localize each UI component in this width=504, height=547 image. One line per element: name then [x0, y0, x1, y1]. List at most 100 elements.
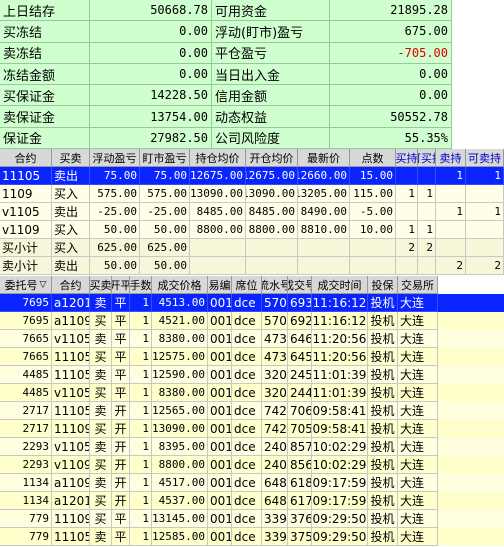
trades-cell: dce — [232, 528, 262, 546]
trades-row[interactable]: 7665v1105卖平18380.000019dce473464611:20:5… — [0, 330, 504, 348]
trades-row[interactable]: 4485v1105买平18380.000019dce320224411:01:3… — [0, 384, 504, 402]
positions-cell: 115.00 — [350, 185, 396, 203]
summary-label: 当日出入金 — [212, 63, 330, 86]
trades-col-header[interactable]: 成交号 — [288, 276, 312, 294]
positions-cell: 1 — [466, 203, 504, 221]
positions-cell — [190, 257, 246, 275]
positions-col-header[interactable]: 可买持 — [418, 149, 436, 167]
positions-col-header[interactable]: 合约 — [0, 149, 52, 167]
positions-col-header[interactable]: 最新价 — [298, 149, 350, 167]
summary-value: 27982.50 — [90, 127, 212, 150]
trades-cell: dce — [232, 492, 262, 510]
trades-cell: 开 — [112, 474, 130, 492]
trades-col-header[interactable]: 成交价格 — [152, 276, 208, 294]
positions-col-header[interactable]: 浮动盈亏 — [90, 149, 140, 167]
trades-cell: 645 — [288, 348, 312, 366]
positions-cell: v1109 — [0, 221, 52, 239]
trades-cell: 4485 — [0, 366, 52, 384]
positions-col-header[interactable]: 买持 — [396, 149, 418, 167]
trades-cell: 大连 — [398, 456, 438, 474]
trades-col-header[interactable]: 开平 — [112, 276, 130, 294]
trades-row[interactable]: 271711105卖开112565.000019dce742570609:58:… — [0, 402, 504, 420]
trades-row[interactable]: 766511105买平112575.000019dce473464511:20:… — [0, 348, 504, 366]
trades-col-header[interactable]: 交易编码 — [208, 276, 232, 294]
trades-col-header[interactable]: 流水号 — [262, 276, 288, 294]
trades-cell: 7425 — [262, 402, 288, 420]
summary-label: 动态权益 — [212, 106, 330, 128]
positions-table[interactable]: 合约买卖浮动盈亏盯市盈亏持仓均价开仓均价最新价点数买持可买持卖持可卖持11105… — [0, 149, 504, 275]
trades-row[interactable]: 7695a1109买平14521.000019dce570369211:16:1… — [0, 312, 504, 330]
positions-cell — [436, 239, 466, 257]
summary-label: 上日结存 — [0, 0, 90, 22]
trades-cell: 856 — [288, 456, 312, 474]
positions-cell: 卖出 — [52, 203, 90, 221]
positions-col-header[interactable]: 开仓均价 — [246, 149, 298, 167]
positions-col-header[interactable]: 卖持 — [436, 149, 466, 167]
positions-cell — [246, 257, 298, 275]
trades-col-header[interactable]: 买卖 — [90, 276, 112, 294]
trades-row[interactable]: 7695a1201卖平14513.000019dce570369311:16:1… — [0, 294, 504, 312]
positions-row[interactable]: v1105 卖出 -25.00 -25.00 8485.00 8485.00 8490.00… — [0, 203, 504, 221]
trades-cell: 617 — [288, 492, 312, 510]
summary-label: 保证金 — [0, 127, 90, 150]
trades-col-header-label: 流水号 — [262, 278, 287, 292]
positions-col-header[interactable]: 持仓均价 — [190, 149, 246, 167]
trades-cell: 1 — [130, 312, 152, 330]
trades-cell: 0019 — [208, 402, 232, 420]
trades-table[interactable]: 委托号▽合约买卖开平手数成交价格交易编码席位流水号成交号成交时间投保交易所769… — [0, 276, 504, 547]
trades-row[interactable]: 1134a1201买开14537.000019dce648361709:17:5… — [0, 492, 504, 510]
trades-row[interactable]: 2293v1105卖开18395.000019dce240385710:02:2… — [0, 438, 504, 456]
summary-label: 买保证金 — [0, 85, 90, 107]
trades-cell: 7665 — [0, 348, 52, 366]
positions-cell: 1 — [396, 185, 418, 203]
positions-cell — [418, 167, 436, 185]
positions-cell: 625.00 — [140, 239, 190, 257]
trades-col-header[interactable]: 投保 — [368, 276, 398, 294]
trades-cell: 11:20:56 — [312, 348, 368, 366]
trades-cell: 大连 — [398, 294, 438, 312]
trades-cell: 0019 — [208, 474, 232, 492]
summary-label: 买冻结 — [0, 21, 90, 43]
trades-row[interactable]: 271711109买开113090.000019dce742570509:58:… — [0, 420, 504, 438]
trades-row[interactable]: 2293v1109买开18800.000019dce240385610:02:2… — [0, 456, 504, 474]
trades-col-header[interactable]: 交易所 — [398, 276, 438, 294]
trades-cell: 13145.00 — [152, 510, 208, 528]
positions-row[interactable]: 1109 买入 575.00 575.00 13090.00 13090.00 13205.… — [0, 185, 504, 203]
positions-col-header[interactable]: 点数 — [350, 149, 396, 167]
trades-cell: 大连 — [398, 348, 438, 366]
trades-row[interactable]: 1134a1109卖开14517.000019dce648361809:17:5… — [0, 474, 504, 492]
trades-col-header[interactable]: 合约 — [52, 276, 90, 294]
trades-col-header[interactable]: 席位 — [232, 276, 262, 294]
sort-descending-icon: ▽ — [39, 279, 47, 290]
trades-cell: 平 — [112, 366, 130, 384]
trades-cell: 大连 — [398, 492, 438, 510]
summary-label: 冻结金额 — [0, 63, 90, 86]
trades-cell: 投机 — [368, 348, 398, 366]
trades-col-header[interactable]: 委托号 ▽ — [0, 276, 52, 294]
trades-cell: 大连 — [398, 330, 438, 348]
positions-cell — [436, 185, 466, 203]
trades-row[interactable]: 77911109买平113145.000019dce339637609:29:5… — [0, 510, 504, 528]
positions-subtotal-row[interactable]: 卖小计 卖出 50.00 50.00 2 2 — [0, 257, 504, 275]
positions-col-header[interactable]: 买卖 — [52, 149, 90, 167]
positions-row[interactable]: 11105 卖出 75.00 75.00 12675.00 12675.00 12660.0… — [0, 167, 504, 185]
positions-col-header[interactable]: 盯市盈亏 — [140, 149, 190, 167]
summary-value: 50668.78 — [90, 0, 212, 22]
trades-cell: 1 — [130, 528, 152, 546]
trades-cell: 12565.00 — [152, 402, 208, 420]
summary-value: 0.00 — [90, 21, 212, 43]
trades-col-header-label: 开平 — [112, 277, 129, 293]
trades-col-header[interactable]: 成交时间 — [312, 276, 368, 294]
positions-row[interactable]: v1109 买入 50.00 50.00 8800.00 8800.00 8810.00 10… — [0, 221, 504, 239]
positions-cell: 8490.00 — [298, 203, 350, 221]
trades-row[interactable]: 77911105卖平112585.000019dce339637509:29:5… — [0, 528, 504, 546]
trades-cell: 投机 — [368, 330, 398, 348]
trades-col-header[interactable]: 手数 — [130, 276, 152, 294]
positions-col-header[interactable]: 可卖持 — [466, 149, 504, 167]
summary-label: 可用资金 — [212, 0, 330, 22]
positions-subtotal-row[interactable]: 买小计 买入 625.00 625.00 2 2 — [0, 239, 504, 257]
trades-cell: 09:17:59 — [312, 474, 368, 492]
trades-row[interactable]: 448511105卖平112590.000019dce320224511:01:… — [0, 366, 504, 384]
trades-cell: 779 — [0, 528, 52, 546]
positions-cell — [190, 239, 246, 257]
